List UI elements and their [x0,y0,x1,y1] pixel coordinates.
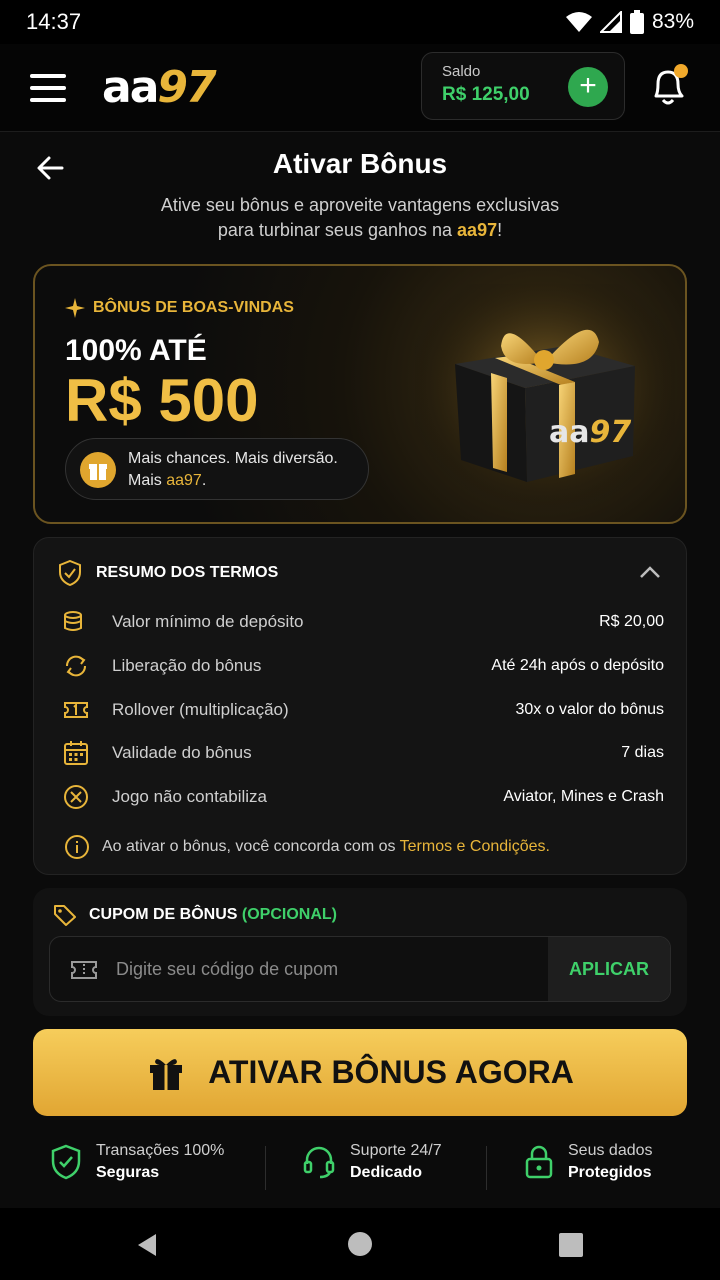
brand-logo[interactable]: aa97 [102,62,217,113]
ticket-icon [64,702,88,718]
coins-icon [64,611,82,631]
battery-percent: 83% [651,10,694,33]
terms-link[interactable]: Termos e Condições. [400,838,550,855]
bonus-headline: 100% ATÉ [65,334,207,367]
plus-icon[interactable]: + [568,67,608,107]
trust-item-support: Suporte 24/7 Dedicado [302,1140,442,1184]
status-time: 14:37 [26,9,82,34]
home-nav-icon[interactable] [347,1231,373,1257]
coupon-input[interactable] [116,937,546,1001]
page-subtitle: Ative seu bônus e aproveite vantagens ex… [160,195,560,240]
terms-header[interactable]: RESUMO DOS TERMOS [58,560,278,586]
refresh-icon [65,655,87,677]
balance-widget[interactable]: Saldo R$ 125,00 + [421,52,625,120]
shield-check-icon [51,1144,81,1180]
lock-icon [525,1145,553,1179]
sparkle-icon [65,298,85,318]
page-title: Ativar Bônus [272,148,448,179]
coupon-section: CUPOM DE BÔNUS (OPCIONAL) APLICAR [33,888,687,1016]
top-app-bar: aa97 Saldo R$ 125,00 + [0,44,720,132]
status-icons: 83% [565,10,694,34]
activate-bonus-button[interactable]: ATIVAR BÔNUS AGORA [33,1029,687,1116]
terms-summary-card: RESUMO DOS TERMOS Valor mínimo de depósi… [33,537,687,875]
welcome-bonus-card: BÔNUS DE BOAS-VINDAS 100% ATÉ R$ 500 Mai… [33,264,687,524]
shield-icon [59,560,81,586]
trust-item-secure: Transações 100% Seguras [50,1140,224,1184]
tag-icon [54,905,76,926]
gift-box-illustration: aa97 [415,284,675,514]
terms-row: Validade do bônus 7 dias [62,738,664,768]
gift-icon [150,1058,183,1090]
signal-icon [599,11,622,33]
back-nav-icon[interactable] [134,1232,160,1258]
terms-note: Ao ativar o bônus, você concorda com os … [64,834,550,860]
system-nav-bar [0,1208,720,1280]
terms-row: Jogo não contabiliza Aviator, Mines e Cra… [62,782,664,812]
recents-nav-icon[interactable] [558,1232,584,1258]
chevron-up-icon[interactable] [638,562,662,582]
calendar-icon [64,741,88,765]
coupon-header: CUPOM DE BÔNUS (OPCIONAL) [53,904,337,926]
bonus-tag: BÔNUS DE BOAS-VINDAS [65,298,294,318]
bonus-pill: Mais chances. Mais diversão. Mais aa97. [65,438,369,500]
trust-item-data: Seus dados Protegidos [524,1140,653,1184]
menu-icon[interactable] [30,73,66,102]
coupon-field: APLICAR [49,936,671,1002]
bonus-amount: R$ 500 [65,367,259,434]
terms-row: Liberação do bônus Até 24h após o depósit… [62,651,664,681]
bonus-pill-text: Mais chances. Mais diversão. Mais aa97. [128,450,338,489]
apply-coupon-button[interactable]: APLICAR [548,937,670,1001]
trust-badges: Transações 100% Seguras Suporte 24/7 Dedic… [0,1140,720,1196]
gift-icon [80,452,116,488]
wifi-icon [565,12,592,32]
status-bar: 14:37 83% [0,0,720,44]
info-icon [65,835,89,859]
activate-bonus-label: ATIVAR BÔNUS AGORA [208,1054,574,1090]
terms-row: Rollover (multiplicação) 30x o valor do b… [62,695,664,725]
bell-icon[interactable] [648,64,688,108]
svg-text:aa97: aa97 [549,415,631,450]
battery-icon [629,10,644,34]
ticket-icon [71,961,97,979]
notification-dot [674,64,688,78]
headset-icon [303,1146,335,1179]
terms-row: Valor mínimo de depósito R$ 20,00 [62,607,664,637]
x-circle-icon [64,785,88,809]
